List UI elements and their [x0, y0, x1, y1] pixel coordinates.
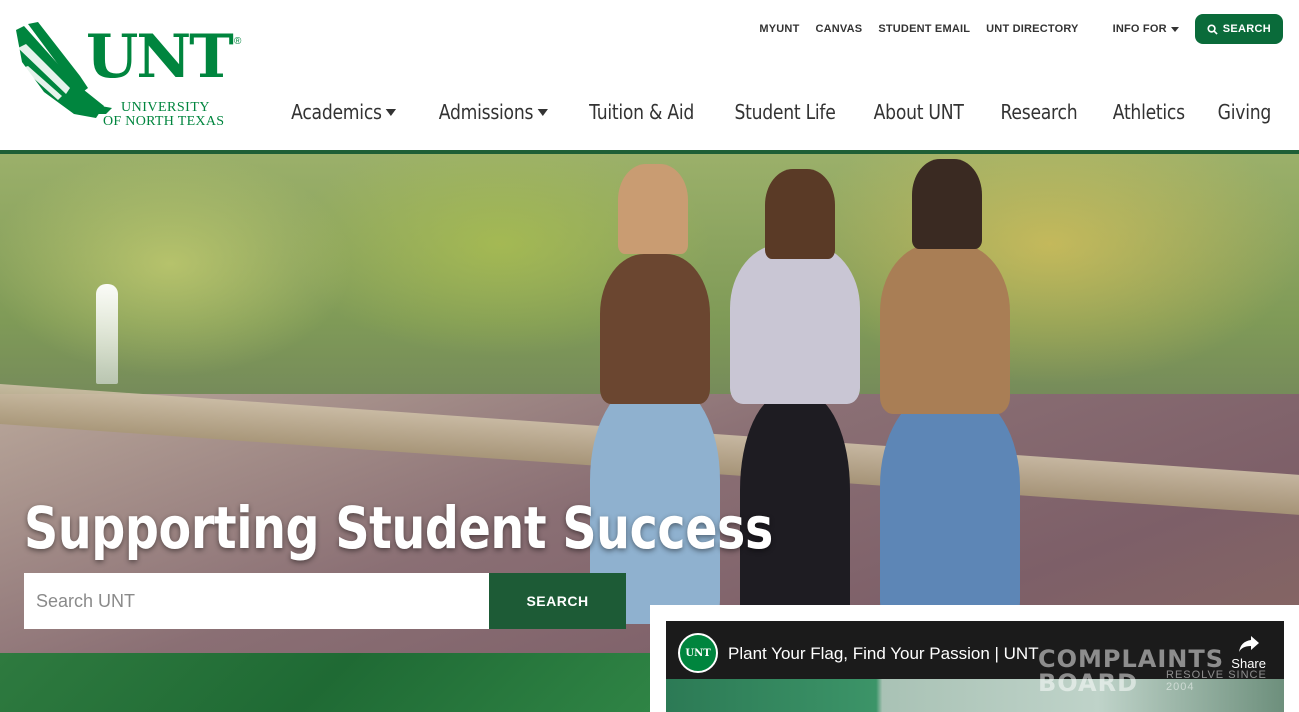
- logo-registered-mark: ®: [234, 36, 242, 47]
- nav-item-student-life[interactable]: Student Life: [734, 100, 835, 124]
- hero-photo-student: [880, 244, 1010, 414]
- nav-item-academics[interactable]: Academics: [292, 100, 397, 124]
- nav-item-giving[interactable]: Giving: [1218, 100, 1272, 124]
- nav-item-research[interactable]: Research: [1000, 100, 1077, 124]
- caret-down-icon: [386, 108, 397, 116]
- unt-logo[interactable]: UNT ® UNIVERSITY OF NORTH TEXAS: [14, 22, 246, 132]
- util-link-student-email[interactable]: STUDENT EMAIL: [878, 23, 970, 35]
- nav-item-label: Academics: [291, 100, 383, 124]
- watermark-tagline: RESOLVE SINCE 2004: [1166, 669, 1267, 693]
- watermark-line: COMPLAINTS: [1038, 645, 1225, 673]
- hero-photo-student: [912, 159, 982, 249]
- nav-item-athletics[interactable]: Athletics: [1113, 100, 1185, 124]
- util-link-unt-directory[interactable]: UNT DIRECTORY: [986, 23, 1078, 35]
- utility-nav: MYUNT CANVAS STUDENT EMAIL UNT DIRECTORY…: [759, 14, 1283, 44]
- logo-wordmark: UNT: [86, 22, 234, 92]
- video-panel: UNT Plant Your Flag, Find Your Passion |…: [650, 605, 1299, 712]
- hero-title: Supporting Student Success: [24, 494, 773, 562]
- hero-photo-student: [730, 244, 860, 404]
- header-search-button[interactable]: SEARCH: [1194, 14, 1283, 44]
- channel-avatar[interactable]: UNT: [678, 633, 718, 673]
- nav-item-tuition-aid[interactable]: Tuition & Aid: [589, 100, 694, 124]
- share-icon: [1238, 636, 1259, 652]
- hero-photo-student: [600, 254, 710, 404]
- search-icon: [1207, 23, 1218, 35]
- hero-photo-student: [618, 164, 688, 254]
- main-nav: Academics Admissions Tuition & Aid Stude…: [250, 96, 1272, 128]
- header-search-label: SEARCH: [1222, 23, 1271, 35]
- video-title[interactable]: Plant Your Flag, Find Your Passion | UNT: [728, 644, 1039, 664]
- hero-search-button[interactable]: SEARCH: [489, 573, 626, 629]
- util-link-myunt[interactable]: MYUNT: [759, 23, 799, 35]
- logo-north-texas-line: OF NORTH TEXAS: [103, 114, 225, 129]
- caret-down-icon: [537, 108, 548, 116]
- hero-search-form: SEARCH: [24, 573, 626, 629]
- hero-photo-fountain: [96, 284, 118, 384]
- share-label: Share: [1231, 656, 1266, 671]
- site-header: UNT ® UNIVERSITY OF NORTH TEXAS MYUNT CA…: [0, 0, 1299, 150]
- green-feature-band: [0, 653, 650, 712]
- util-link-canvas[interactable]: CANVAS: [815, 23, 862, 35]
- nav-item-admissions[interactable]: Admissions: [439, 100, 548, 124]
- nav-item-label: Admissions: [438, 100, 534, 124]
- hero-search-input[interactable]: [24, 573, 489, 629]
- share-button[interactable]: Share: [1231, 635, 1266, 671]
- info-for-dropdown[interactable]: INFO FOR: [1113, 23, 1179, 35]
- caret-down-icon: [1170, 26, 1179, 32]
- info-for-label: INFO FOR: [1112, 23, 1167, 35]
- hero-photo-student: [765, 169, 835, 259]
- youtube-embed[interactable]: UNT Plant Your Flag, Find Your Passion |…: [666, 621, 1284, 712]
- hero-photo-student: [880, 394, 1020, 624]
- nav-item-about-unt[interactable]: About UNT: [874, 100, 964, 124]
